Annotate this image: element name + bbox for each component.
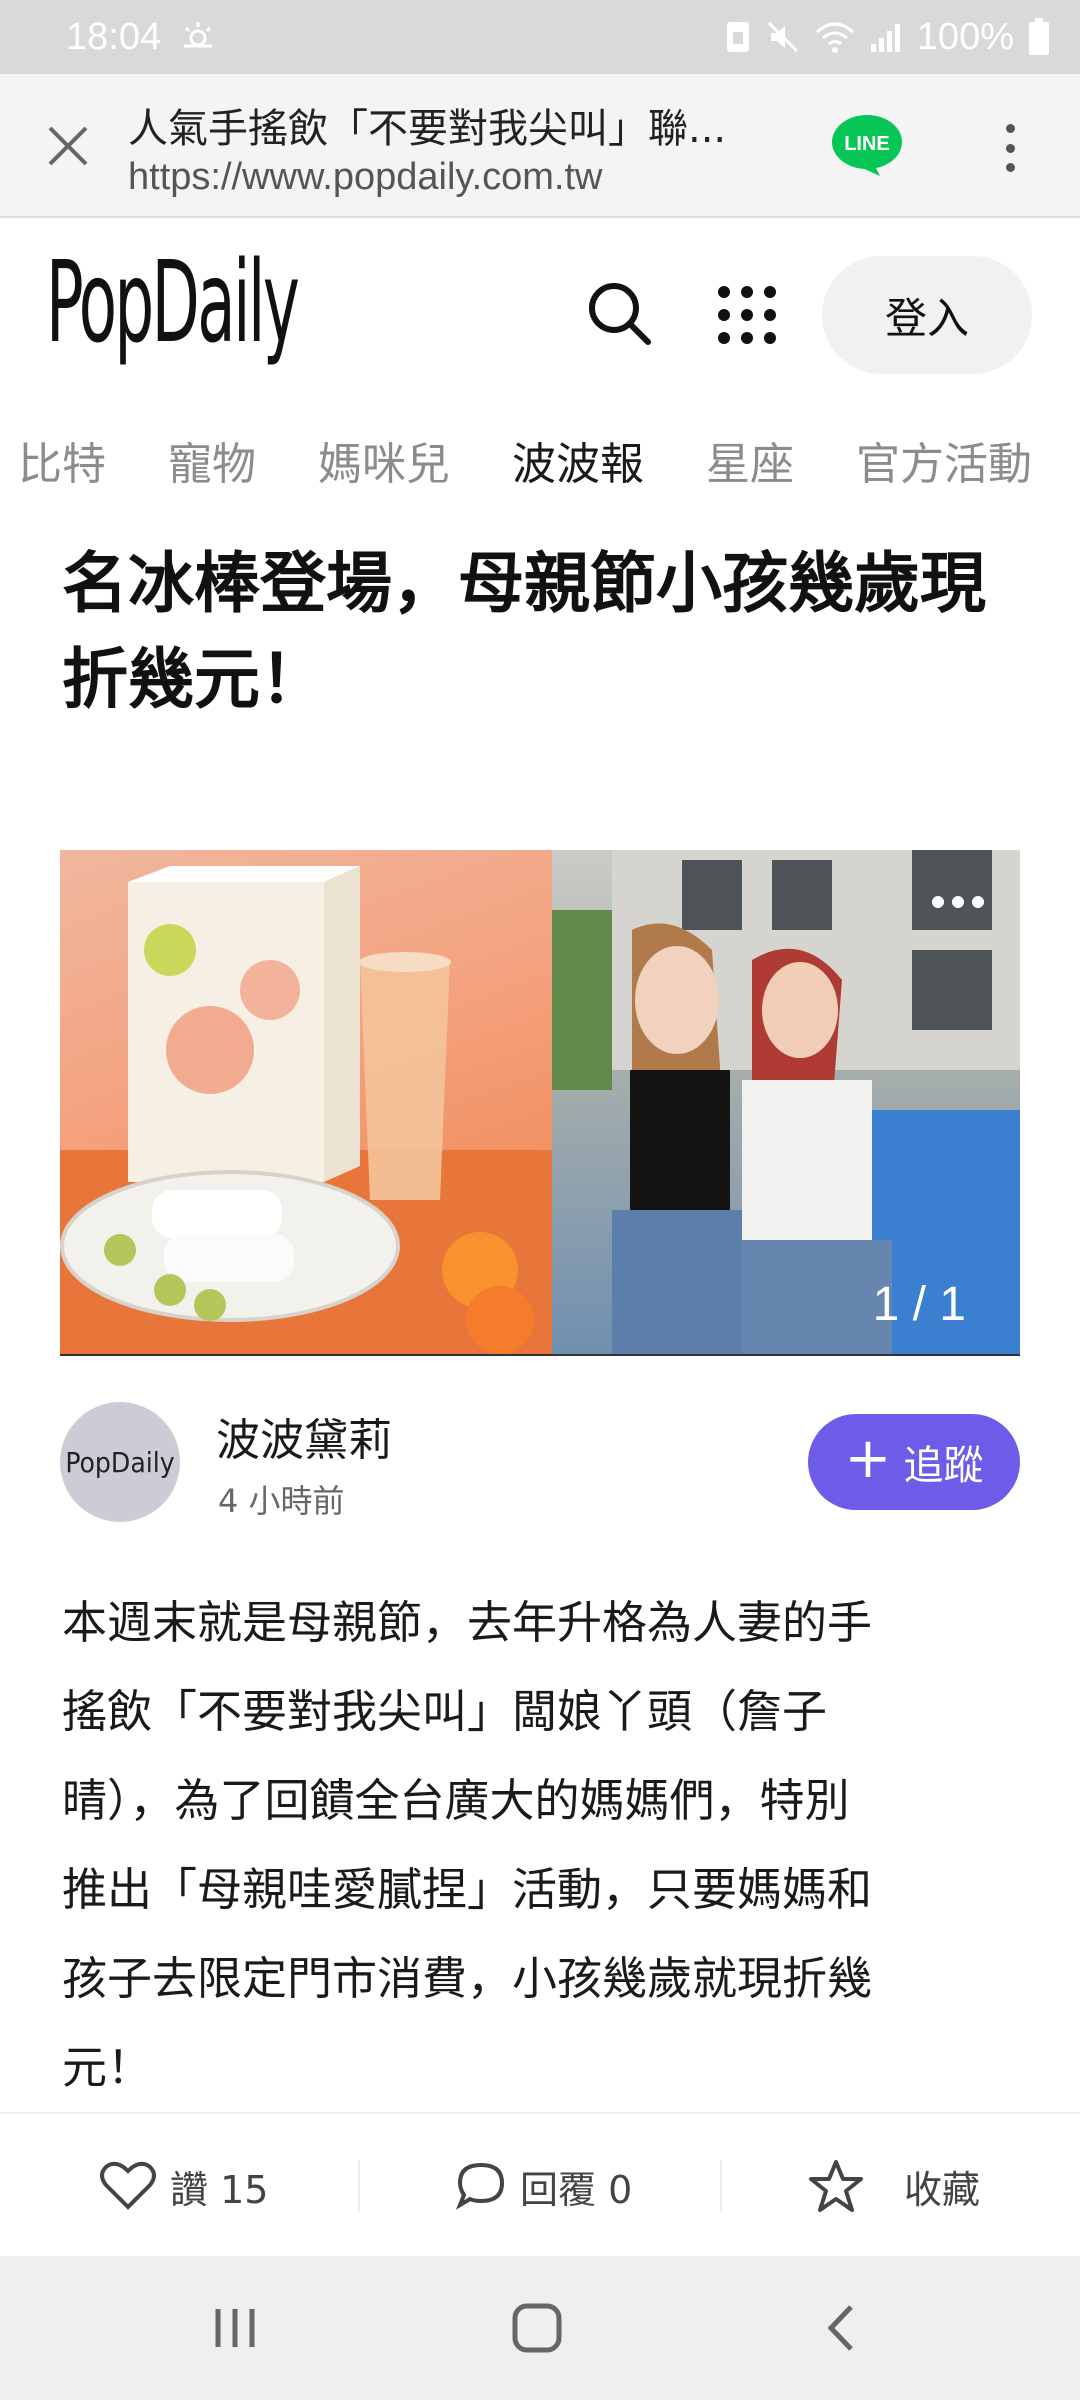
body-line: 孩子去限定門市消費，小孩幾歲就現折幾: [62, 1952, 873, 2005]
weather-icon: [184, 22, 212, 48]
status-time: 18:04: [66, 16, 162, 58]
image-counter: 1 / 1: [872, 1278, 966, 1331]
browser-bar: 人氣手搖飲「不要對我尖叫」聯... https://www.popdaily.c…: [0, 74, 1080, 218]
category-horoscope[interactable]: 星座: [706, 428, 794, 492]
post-time: 4 小時前: [218, 1482, 345, 1520]
status-icons: 100%: [725, 12, 1050, 62]
follow-button[interactable]: + 追蹤: [808, 1414, 1020, 1510]
recent-apps-button[interactable]: [200, 2296, 270, 2360]
line-share-icon[interactable]: LINE: [830, 112, 904, 178]
battery-percent: 100%: [916, 15, 1014, 58]
home-button[interactable]: [502, 2296, 572, 2360]
wifi-icon: [815, 22, 854, 53]
sim-icon: [726, 22, 749, 52]
more-options-button[interactable]: [990, 118, 1030, 178]
back-icon: [827, 2305, 853, 2351]
line-share-label: LINE: [844, 133, 890, 155]
close-button[interactable]: [38, 116, 98, 176]
title-line: 折幾元！: [62, 641, 326, 718]
dot-icon: [1005, 143, 1015, 153]
title-line: 名冰棒登場，母親節小孩幾歲現: [62, 545, 986, 622]
body-line: 元！: [62, 2041, 153, 2094]
category-events[interactable]: 官方活動: [856, 428, 1032, 492]
site-logo[interactable]: PopDaily: [46, 238, 300, 368]
dot-icon: [1005, 163, 1015, 172]
body-line: 晴），為了回饋全台廣大的媽媽們，特別: [62, 1774, 850, 1827]
divider: [358, 2160, 360, 2212]
body-line: 本週末就是母親節，去年升格為人妻的手: [62, 1596, 873, 1649]
reply-label: 回覆 0: [520, 2167, 633, 2212]
category-cupid[interactable]: 阝比特: [0, 428, 106, 492]
star-icon: [809, 2160, 863, 2212]
reply-button[interactable]: 回覆 0: [456, 2114, 632, 2258]
divider: [720, 2160, 722, 2212]
category-nav: 阝比特 寵物 媽咪兒 波波報 星座 官方活動: [0, 402, 1080, 518]
search-icon[interactable]: [584, 278, 656, 350]
comment-icon: [456, 2162, 505, 2210]
image-more-button[interactable]: [932, 896, 984, 908]
action-bar: 讚 15 回覆 0 收藏: [0, 2112, 1080, 2256]
login-button[interactable]: 登入: [822, 256, 1032, 374]
like-button[interactable]: 讚 15: [100, 2114, 268, 2258]
category-news[interactable]: 波波報: [512, 428, 644, 492]
avatar[interactable]: PopDaily: [60, 1402, 180, 1522]
body-line: 搖飲「不要對我尖叫」闆娘丫頭（詹子: [62, 1685, 828, 1738]
save-button[interactable]: 收藏: [808, 2114, 980, 2258]
article-title: 人氣手搖飲「不要對我尖叫」聯 名冰棒登場，母親節小孩幾歲現 折幾元！: [62, 518, 1022, 808]
product-illustration: [60, 866, 552, 1354]
like-label: 讚 15: [170, 2167, 269, 2212]
status-bar: 18:04 100%: [0, 0, 1080, 74]
recent-apps-icon: [215, 2309, 255, 2347]
title-line: 人氣手搖飲「不要對我尖叫」聯: [62, 518, 986, 536]
close-icon: [48, 126, 88, 166]
follow-label: 追蹤: [903, 1443, 984, 1489]
author-name[interactable]: 波波黛莉: [216, 1404, 392, 1468]
apps-grid-icon[interactable]: [718, 286, 778, 346]
heart-icon: [100, 2161, 156, 2210]
site-header: PopDaily 登入: [0, 218, 1080, 402]
author-row: PopDaily 波波黛莉 4 小時前 + 追蹤: [60, 1398, 1020, 1524]
plus-icon: +: [844, 1426, 892, 1491]
page-title: 人氣手搖飲「不要對我尖叫」聯...: [128, 106, 727, 152]
system-nav-bar: [0, 2256, 1080, 2400]
mute-icon: [767, 21, 798, 53]
signal-icon: [870, 24, 900, 52]
back-button[interactable]: [806, 2296, 876, 2360]
category-pets[interactable]: 寵物: [168, 428, 256, 492]
page-url[interactable]: https://www.popdaily.com.tw: [128, 156, 778, 199]
article-image[interactable]: 1 / 1: [60, 850, 1020, 1356]
article-body: 本週末就是母親節，去年升格為人妻的手 搖飲「不要對我尖叫」闆娘丫頭（詹子 晴），…: [62, 1578, 1002, 2112]
category-mom[interactable]: 媽咪兒: [318, 428, 450, 492]
home-icon: [512, 2303, 562, 2353]
save-label: 收藏: [904, 2167, 981, 2212]
battery-icon: [1029, 18, 1049, 55]
body-line: 推出「母親哇愛膩捏」活動，只要媽媽和: [62, 1863, 873, 1916]
product-photo: [60, 850, 552, 1354]
dot-icon: [1005, 124, 1015, 133]
